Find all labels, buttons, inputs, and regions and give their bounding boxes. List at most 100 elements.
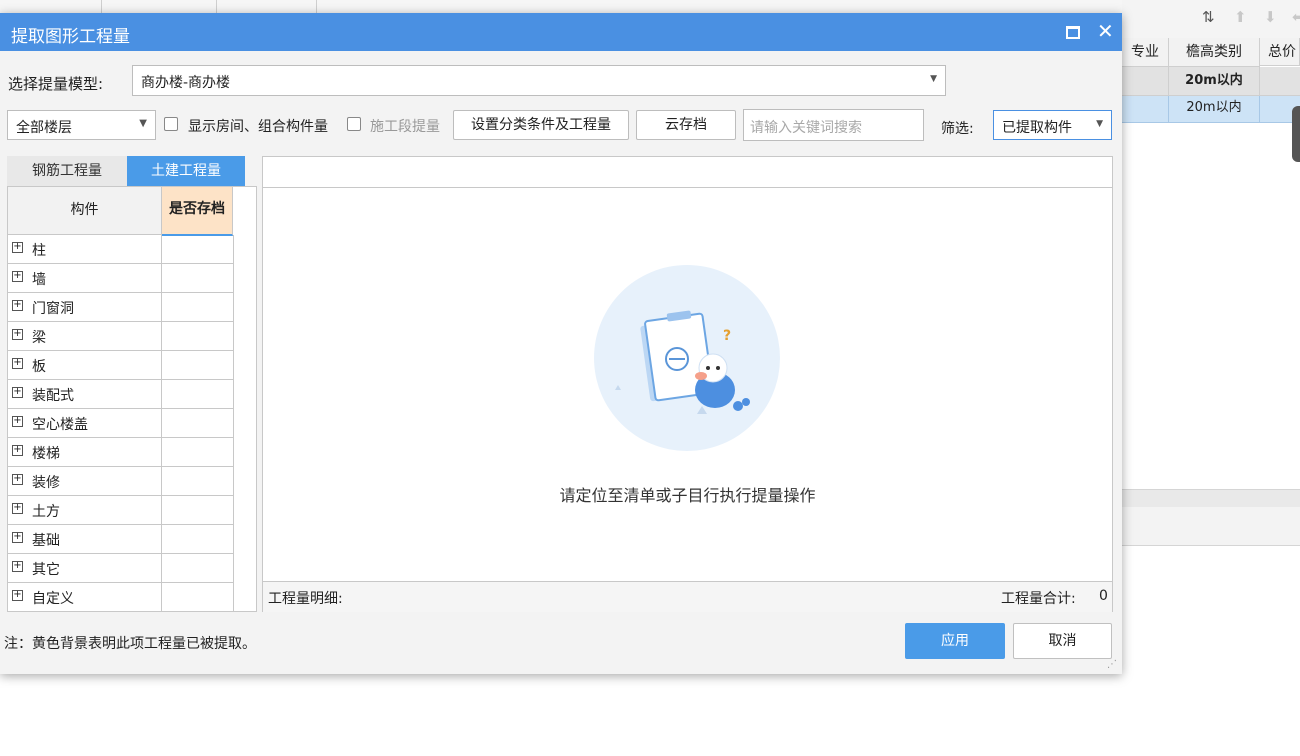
detail-header [263, 157, 1112, 188]
component-row[interactable]: + 自定义 [8, 583, 234, 611]
archived-cell [162, 264, 234, 292]
side-handle[interactable] [1292, 106, 1300, 162]
filter-select[interactable]: 已提取构件 ▼ [993, 110, 1112, 140]
horizontal-scrollbar[interactable] [1122, 489, 1300, 509]
expand-icon[interactable]: + [12, 590, 23, 601]
component-cell: + 其它 [8, 554, 162, 582]
expand-icon[interactable]: + [12, 358, 23, 369]
cloud-archive-button[interactable]: 云存档 [636, 110, 736, 140]
total-value: 0 [1099, 588, 1108, 604]
expand-icon[interactable]: + [12, 300, 23, 311]
cancel-button[interactable]: 取消 [1013, 623, 1112, 659]
component-cell: + 门窗洞 [8, 293, 162, 321]
archived-cell [162, 351, 234, 379]
component-row[interactable]: + 板 [8, 351, 234, 380]
move-down-icon[interactable]: ⬇ [1264, 8, 1277, 26]
component-row[interactable]: + 空心楼盖 [8, 409, 234, 438]
empty-state-illustration: ? [594, 265, 780, 451]
background-tab[interactable] [217, 0, 317, 14]
archived-cell [162, 409, 234, 437]
archived-cell [162, 293, 234, 321]
background-panel-bar [1122, 507, 1300, 546]
move-left-icon[interactable]: ⬅ [1292, 8, 1300, 26]
model-select[interactable]: 商办楼-商办楼 ▼ [132, 65, 946, 96]
component-cell: + 基础 [8, 525, 162, 553]
component-row[interactable]: + 土方 [8, 496, 234, 525]
background-tab[interactable] [0, 0, 102, 14]
component-row[interactable]: + 柱 [8, 235, 234, 264]
set-conditions-button[interactable]: 设置分类条件及工程量 [453, 110, 629, 140]
component-row[interactable]: + 装配式 [8, 380, 234, 409]
show-room-label: 显示房间、组合构件量 [188, 119, 328, 135]
component-row[interactable]: + 墙 [8, 264, 234, 293]
expand-icon[interactable]: + [12, 445, 23, 456]
expand-icon[interactable]: + [12, 474, 23, 485]
archived-cell [162, 554, 234, 582]
component-cell: + 空心楼盖 [8, 409, 162, 437]
total-label: 工程量合计: [1001, 591, 1076, 607]
table-row-selected[interactable]: 20m以内 [1122, 96, 1300, 123]
dialog-titlebar[interactable]: 提取图形工程量 ✕ [0, 13, 1122, 51]
component-row[interactable]: + 装修 [8, 467, 234, 496]
detail-footer: 工程量明细: 工程量合计: 0 [263, 581, 1112, 612]
archived-cell [162, 380, 234, 408]
component-cell: + 板 [8, 351, 162, 379]
component-table: 构件 是否存档 + 柱 + 墙 + 门窗洞 + 梁 + 板 + 装配式 + 空心楼盖 + 楼梯 + 装修 + 土方 + 基… [7, 186, 257, 612]
search-placeholder: 请输入关键词搜索 [750, 120, 862, 136]
component-cell: + 土方 [8, 496, 162, 524]
tab-civil-quantity[interactable]: 土建工程量 [127, 156, 245, 186]
stage-label: 施工段提量 [370, 119, 440, 135]
component-name: 门窗洞 [32, 301, 74, 317]
component-name: 墙 [32, 272, 46, 288]
empty-state-message: 请定位至清单或子目行执行提量操作 [559, 486, 816, 505]
close-icon[interactable]: ✕ [1097, 19, 1114, 43]
component-name: 基础 [32, 533, 60, 549]
bg-header-total: 总价 [1260, 38, 1300, 66]
component-cell: + 柱 [8, 235, 162, 263]
expand-icon[interactable]: + [12, 503, 23, 514]
expand-icon[interactable]: + [12, 532, 23, 543]
component-name: 装配式 [32, 388, 74, 404]
component-name: 楼梯 [32, 446, 60, 462]
background-toolbar: ⇅ ⬆ ⬇ ⬅ [1122, 0, 1300, 39]
apply-button[interactable]: 应用 [905, 623, 1005, 659]
component-cell: + 自定义 [8, 583, 162, 611]
bg-header-eave-height: 檐高类别 [1169, 38, 1260, 67]
floor-select[interactable]: 全部楼层 ▼ [7, 110, 156, 140]
component-name: 板 [32, 359, 46, 375]
move-up-icon[interactable]: ⬆ [1234, 8, 1247, 26]
component-row[interactable]: + 基础 [8, 525, 234, 554]
expand-icon[interactable]: + [12, 561, 23, 572]
component-row[interactable]: + 楼梯 [8, 438, 234, 467]
component-name: 梁 [32, 330, 46, 346]
component-row[interactable]: + 梁 [8, 322, 234, 351]
component-cell: + 装配式 [8, 380, 162, 408]
component-cell: + 装修 [8, 467, 162, 495]
header-archived: 是否存档 [162, 187, 233, 236]
sort-icon[interactable]: ⇅ [1202, 8, 1215, 26]
component-cell: + 楼梯 [8, 438, 162, 466]
component-row[interactable]: + 其它 [8, 554, 234, 583]
chevron-down-icon: ▼ [930, 74, 937, 84]
component-cell: + 梁 [8, 322, 162, 350]
search-input[interactable]: 请输入关键词搜索 [743, 109, 924, 141]
background-tab[interactable] [102, 0, 217, 14]
archived-cell [162, 525, 234, 553]
expand-icon[interactable]: + [12, 329, 23, 340]
expand-icon[interactable]: + [12, 271, 23, 282]
archived-cell [162, 496, 234, 524]
expand-icon[interactable]: + [12, 242, 23, 253]
tab-rebar-quantity[interactable]: 钢筋工程量 [7, 156, 127, 186]
filter-label: 筛选: [941, 121, 974, 137]
show-room-checkbox[interactable] [164, 117, 178, 131]
expand-icon[interactable]: + [12, 387, 23, 398]
extract-quantity-dialog: 提取图形工程量 ✕ 选择提量模型: 商办楼-商办楼 ▼ 全部楼层 ▼ 显示房间、… [0, 13, 1122, 674]
component-row[interactable]: + 门窗洞 [8, 293, 234, 322]
archived-cell [162, 322, 234, 350]
expand-icon[interactable]: + [12, 416, 23, 427]
stage-checkbox[interactable] [347, 117, 361, 131]
maximize-icon[interactable] [1066, 26, 1080, 39]
resize-grip-icon[interactable]: ⋰ [1107, 659, 1117, 670]
filter-select-value: 已提取构件 [1002, 120, 1072, 136]
table-row[interactable]: 20m以内 [1122, 67, 1300, 96]
